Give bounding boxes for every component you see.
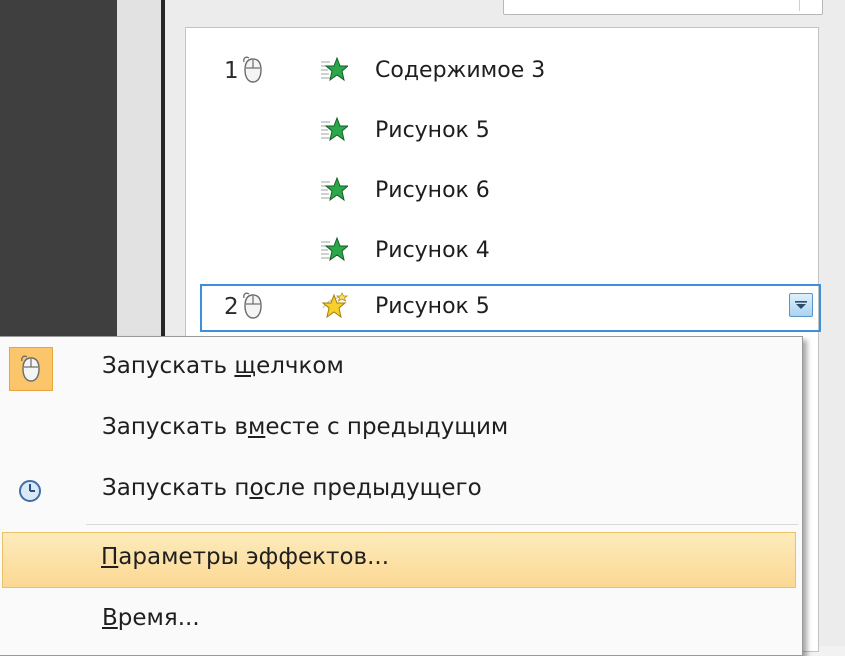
menu-item-label: Запускать после предыдущего	[102, 475, 482, 501]
menu-item-label: Запускать щелчком	[102, 353, 344, 379]
mouse-icon	[20, 355, 42, 383]
animation-item[interactable]: Рисунок 4	[186, 228, 818, 274]
yellow-star-emphasis-icon	[320, 292, 348, 320]
green-star-entrance-icon	[320, 56, 348, 84]
item-label: Рисунок 6	[375, 178, 490, 203]
pane-top-field-button[interactable]	[799, 0, 820, 11]
item-label: Рисунок 5	[375, 118, 490, 143]
menu-item-timing[interactable]: Время...	[0, 593, 800, 649]
green-star-entrance-icon	[320, 236, 348, 264]
menu-item-label: Параметры эффектов...	[101, 544, 390, 570]
mouse-icon	[242, 56, 264, 84]
menu-item-start-after-previous[interactable]: Запускать после предыдущего	[0, 463, 800, 519]
menu-separator	[86, 524, 798, 525]
animation-item[interactable]: Рисунок 5	[186, 108, 818, 154]
item-label: Рисунок 4	[375, 238, 490, 263]
menu-item-label: Запускать вместе с предыдущим	[102, 414, 509, 440]
item-order-number: 1	[224, 58, 239, 84]
item-order-number: 2	[224, 294, 239, 320]
item-label: Рисунок 5	[375, 294, 490, 319]
item-label: Содержимое 3	[375, 58, 546, 83]
context-menu: Запускать щелчком Запускать вместе с пре…	[0, 336, 803, 656]
item-dropdown-button[interactable]	[789, 293, 813, 317]
pane-top-field[interactable]	[503, 0, 823, 15]
menu-item-start-with-previous[interactable]: Запускать вместе с предыдущим	[0, 402, 800, 458]
animation-item[interactable]: 1 Содержимое 3	[186, 48, 818, 94]
menu-item-label: Время...	[102, 605, 200, 631]
green-star-entrance-icon	[320, 116, 348, 144]
mouse-icon	[242, 292, 264, 320]
menu-item-start-on-click[interactable]: Запускать щелчком	[0, 341, 800, 397]
clock-icon	[16, 477, 44, 505]
chevron-down-icon	[795, 301, 807, 309]
menu-item-effect-options[interactable]: Параметры эффектов...	[2, 532, 796, 588]
animation-item[interactable]: Рисунок 6	[186, 168, 818, 214]
green-star-entrance-icon	[320, 176, 348, 204]
animation-item-selected[interactable]: 2 Рисунок 5	[200, 284, 821, 332]
